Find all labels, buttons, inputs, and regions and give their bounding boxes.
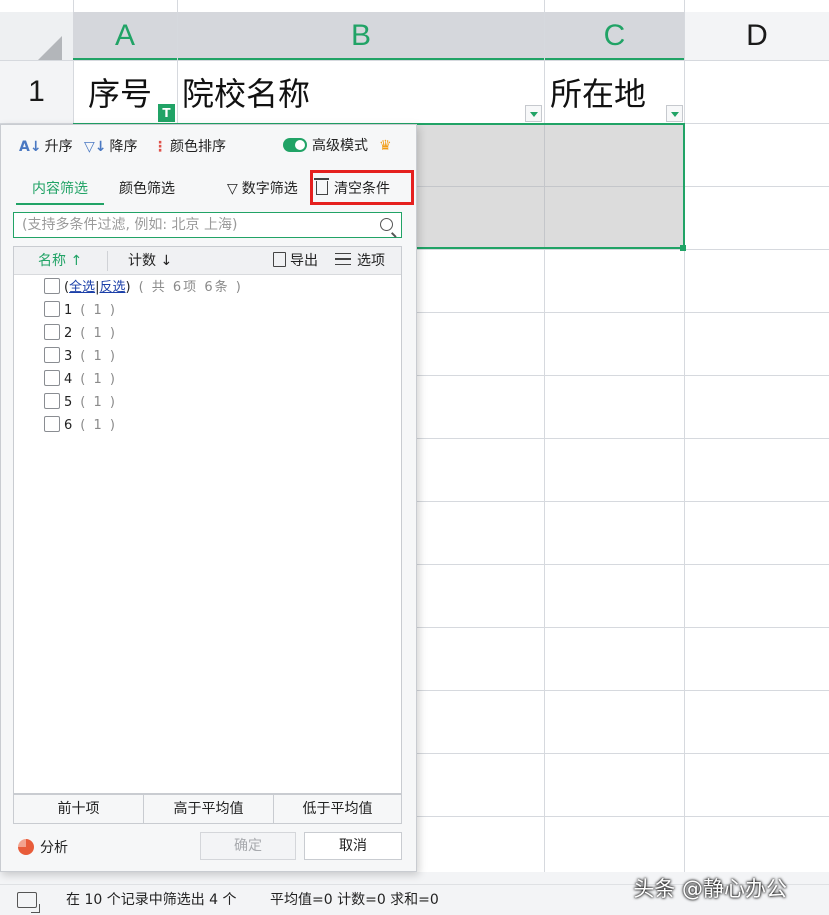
tab-content-filter[interactable]: 内容筛选 bbox=[16, 179, 104, 205]
sort-descending-label: 降序 bbox=[109, 139, 138, 155]
analysis-button[interactable]: 分析 bbox=[18, 838, 68, 858]
filter-search-input[interactable] bbox=[22, 216, 372, 234]
export-icon bbox=[273, 252, 286, 267]
list-item[interactable]: 1 ( 1 ) bbox=[44, 301, 117, 321]
filter-value-list[interactable]: 名称 ↑ 计数 ↓ 导出 选项 (全选|反选)( 共 6项 6条 ) 1 ( 1 … bbox=[13, 246, 402, 794]
column-header-a[interactable]: A bbox=[73, 12, 177, 60]
item-count: ( 1 ) bbox=[80, 372, 117, 387]
advanced-mode-label: 高级模式 bbox=[312, 138, 368, 154]
list-item[interactable]: 6 ( 1 ) bbox=[44, 416, 117, 436]
list-header: 名称 ↑ 计数 ↓ 导出 选项 bbox=[14, 247, 401, 275]
item-checkbox[interactable] bbox=[44, 324, 60, 340]
macro-record-icon[interactable] bbox=[17, 892, 40, 913]
sort-toolbar: A↓ 升序 ▽↓ 降序 ⋮ 颜色排序 高级模式 ♛ bbox=[1, 125, 416, 167]
row-header-1[interactable]: 1 bbox=[0, 61, 73, 123]
column-header-d[interactable]: D bbox=[685, 12, 829, 60]
sort-descending-icon: ▽↓ bbox=[84, 139, 107, 155]
status-filter-info: 在 10 个记录中筛选出 4 个 bbox=[66, 892, 237, 908]
select-all-corner[interactable] bbox=[0, 12, 73, 60]
header-divider bbox=[107, 251, 108, 271]
select-all-link[interactable]: 全选 bbox=[69, 280, 95, 295]
top-ten-button[interactable]: 前十项 bbox=[14, 795, 143, 823]
sort-by-name-button[interactable]: 名称 ↑ bbox=[38, 251, 82, 271]
filter-search-box bbox=[13, 212, 402, 238]
list-item-select-all: (全选|反选)( 共 6项 6条 ) bbox=[44, 278, 243, 298]
menu-icon bbox=[335, 253, 351, 265]
export-button[interactable]: 导出 bbox=[273, 251, 318, 271]
name-column-label: 名称 bbox=[38, 253, 66, 269]
item-count: ( 1 ) bbox=[80, 418, 117, 433]
item-label: 4 bbox=[64, 372, 73, 387]
above-average-button[interactable]: 高于平均值 bbox=[144, 795, 273, 823]
cell-b1-text: 院校名称 bbox=[182, 75, 311, 113]
status-stats[interactable]: 平均值=0 计数=0 求和=0 bbox=[270, 885, 439, 915]
column-header-b[interactable]: B bbox=[178, 12, 544, 60]
cell-c1-text: 所在地 bbox=[550, 75, 647, 113]
item-checkbox[interactable] bbox=[44, 301, 60, 317]
options-label: 选项 bbox=[357, 253, 385, 269]
sort-descending-button[interactable]: ▽↓ 降序 bbox=[84, 136, 138, 158]
arrow-up-icon: ↑ bbox=[70, 253, 83, 269]
below-average-button[interactable]: 低于平均值 bbox=[274, 795, 401, 823]
sort-by-count-button[interactable]: 计数 ↓ bbox=[128, 251, 172, 271]
item-label: 6 bbox=[64, 418, 73, 433]
item-checkbox[interactable] bbox=[44, 370, 60, 386]
funnel-icon: ▽ bbox=[227, 181, 238, 197]
filter-dropdown-c[interactable] bbox=[666, 105, 683, 122]
invert-selection-link[interactable]: 反选 bbox=[99, 280, 125, 295]
cell-c1[interactable]: 所在地 bbox=[536, 61, 684, 123]
item-label: 5 bbox=[64, 395, 73, 410]
analysis-label: 分析 bbox=[40, 840, 68, 856]
quick-filter-buttons: 前十项 高于平均值 低于平均值 bbox=[13, 794, 402, 824]
column-header-c[interactable]: C bbox=[545, 12, 684, 60]
number-filter-button[interactable]: ▽ 数字筛选 bbox=[227, 179, 298, 199]
item-label: 3 bbox=[64, 349, 73, 364]
crown-icon: ♛ bbox=[379, 138, 392, 154]
list-summary: ( 共 6项 6条 ) bbox=[138, 280, 243, 295]
fill-handle[interactable] bbox=[680, 245, 686, 251]
advanced-mode-toggle[interactable] bbox=[283, 138, 307, 152]
cell-b1[interactable]: 院校名称 bbox=[168, 61, 544, 123]
item-checkbox[interactable] bbox=[44, 393, 60, 409]
cell-a1-text: 序号 bbox=[88, 75, 153, 113]
number-filter-label: 数字筛选 bbox=[241, 181, 298, 197]
color-sort-label: 颜色排序 bbox=[170, 139, 226, 155]
item-label: 1 bbox=[64, 303, 73, 318]
export-label: 导出 bbox=[290, 253, 318, 269]
tab-color-filter[interactable]: 颜色筛选 bbox=[119, 179, 175, 199]
list-item[interactable]: 5 ( 1 ) bbox=[44, 393, 117, 413]
color-sort-button[interactable]: ⋮ 颜色排序 bbox=[153, 136, 226, 158]
item-checkbox[interactable] bbox=[44, 347, 60, 363]
cancel-button[interactable]: 取消 bbox=[304, 832, 402, 860]
list-item[interactable]: 2 ( 1 ) bbox=[44, 324, 117, 344]
item-count: ( 1 ) bbox=[80, 349, 117, 364]
sort-ascending-label: 升序 bbox=[44, 139, 73, 155]
trash-icon bbox=[314, 178, 329, 195]
list-item[interactable]: 3 ( 1 ) bbox=[44, 347, 117, 367]
pie-chart-icon bbox=[18, 839, 34, 855]
item-count: ( 1 ) bbox=[80, 303, 117, 318]
item-label: 2 bbox=[64, 326, 73, 341]
watermark: 头条 @静心办公 bbox=[633, 877, 787, 901]
sort-ascending-button[interactable]: A↓ 升序 bbox=[19, 136, 73, 158]
select-all-triangle-icon bbox=[38, 36, 62, 60]
select-all-checkbox[interactable] bbox=[44, 278, 60, 294]
item-count: ( 1 ) bbox=[80, 395, 117, 410]
clear-conditions-button[interactable]: 清空条件 bbox=[314, 178, 390, 199]
count-column-label: 计数 bbox=[128, 253, 156, 269]
item-checkbox[interactable] bbox=[44, 416, 60, 432]
dropdown-arrow-icon bbox=[671, 112, 679, 117]
ok-button[interactable]: 确定 bbox=[200, 832, 296, 860]
search-icon[interactable] bbox=[380, 218, 393, 231]
clear-conditions-label: 清空条件 bbox=[334, 181, 390, 197]
sort-ascending-icon: A↓ bbox=[19, 139, 42, 155]
options-button[interactable]: 选项 bbox=[335, 251, 385, 271]
list-item[interactable]: 4 ( 1 ) bbox=[44, 370, 117, 390]
color-sort-icon: ⋮ bbox=[153, 139, 167, 155]
arrow-down-icon: ↓ bbox=[160, 253, 173, 269]
filter-panel: A↓ 升序 ▽↓ 降序 ⋮ 颜色排序 高级模式 ♛ 内容筛选 颜色筛选 ▽ 数字筛选 清… bbox=[0, 124, 417, 872]
item-count: ( 1 ) bbox=[80, 326, 117, 341]
